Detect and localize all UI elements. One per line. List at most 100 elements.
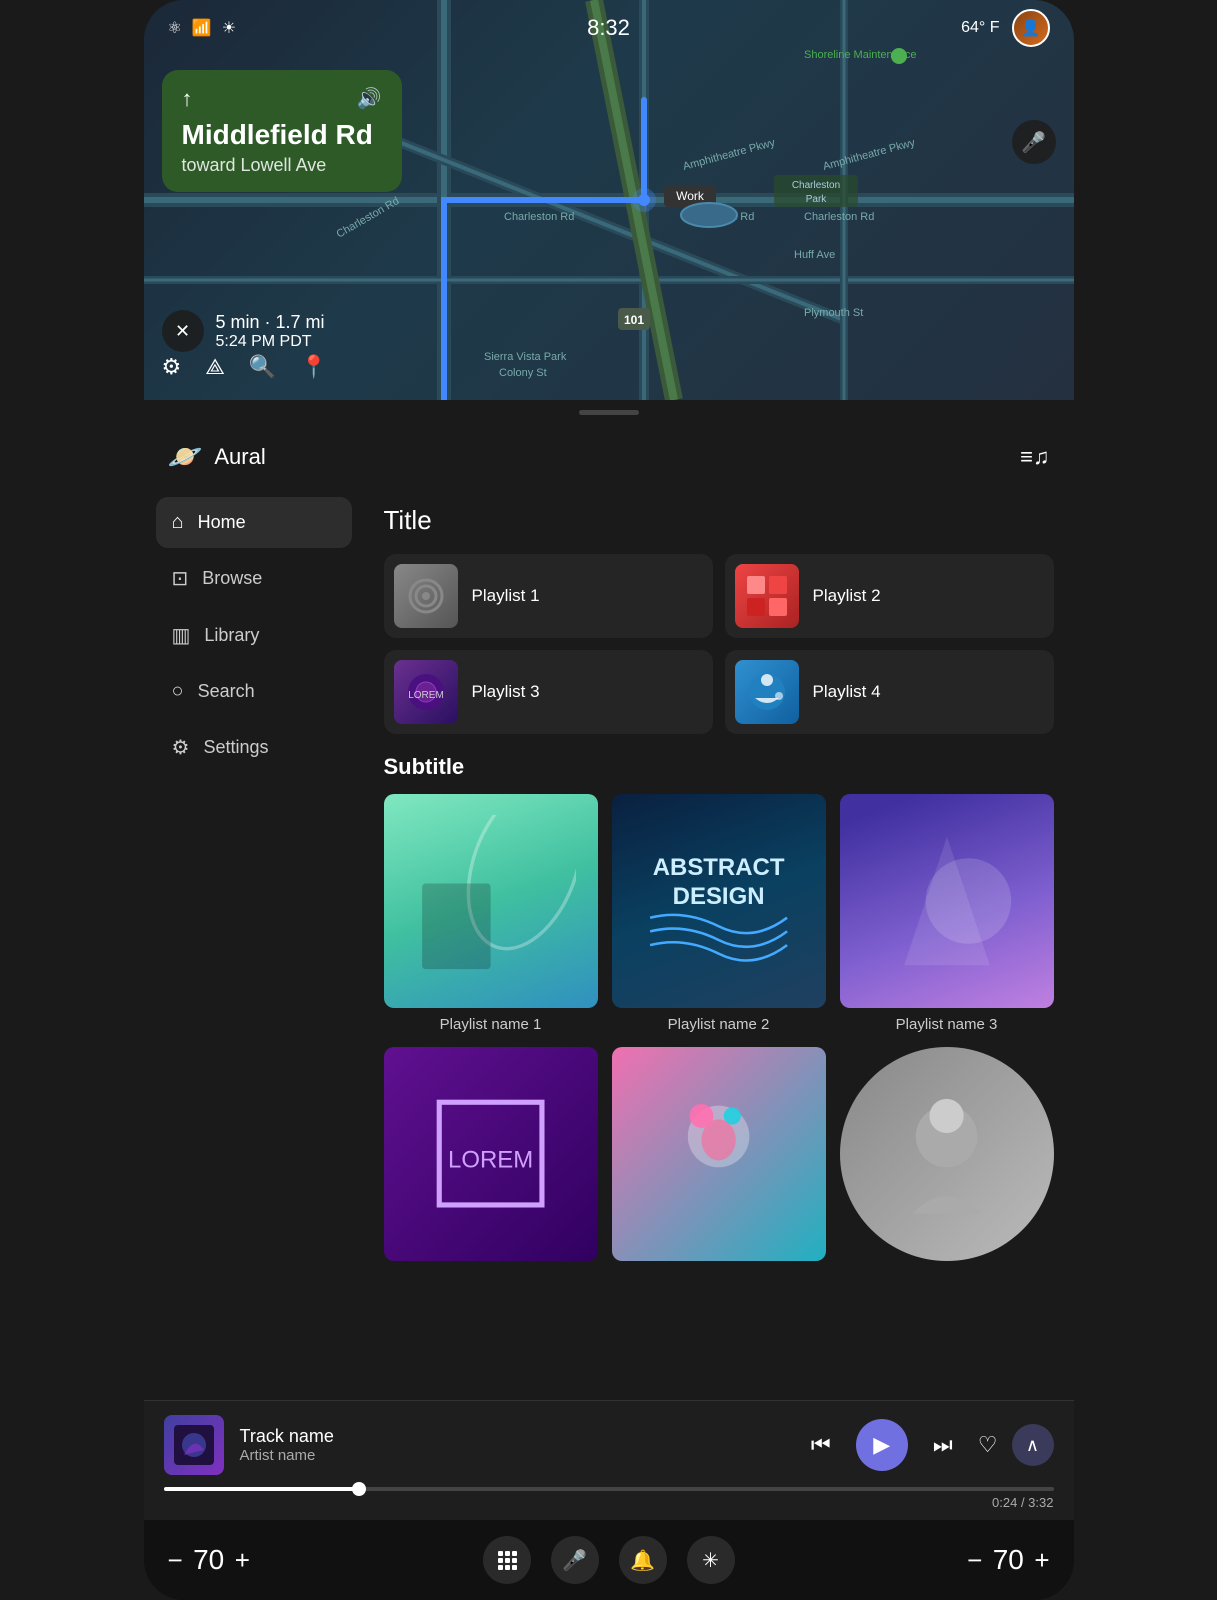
progress-bar[interactable] <box>164 1487 1054 1491</box>
bottom-icons: 🎤 🔔 ✳ <box>483 1536 735 1584</box>
playlist-item-5[interactable] <box>612 1047 826 1269</box>
phone-frame: Work Amphitheatre Pkwy Amphitheatre Pkwy… <box>144 0 1074 1600</box>
route-icon[interactable]: ⟁ <box>205 354 225 380</box>
sidebar-item-label: Settings <box>203 737 268 758</box>
svg-text:Colony St: Colony St <box>499 367 547 379</box>
svg-text:Charleston Rd: Charleston Rd <box>684 211 754 223</box>
map-section: Work Amphitheatre Pkwy Amphitheatre Pkwy… <box>144 0 1074 400</box>
playlist-card-4[interactable]: Playlist 4 <box>725 650 1054 734</box>
app-name: Aural <box>214 444 265 470</box>
nav-arrival: 5:24 PM PDT <box>216 333 325 351</box>
app-logo: 🪐 Aural <box>168 440 266 473</box>
playlist-card-name-2: Playlist 2 <box>813 586 881 606</box>
sidebar-item-settings[interactable]: ⚙ Settings <box>156 721 352 774</box>
bell-button[interactable]: 🔔 <box>619 1536 667 1584</box>
svg-text:DESIGN: DESIGN <box>673 883 765 910</box>
play-button[interactable]: ▶ <box>856 1419 908 1471</box>
nav-card: ↑ 🔊 Middlefield Rd toward Lowell Ave <box>162 70 402 192</box>
settings-icon: ⚙ <box>172 735 190 760</box>
artist-name: Artist name <box>240 1447 784 1464</box>
playlist-thumb-4 <box>735 660 799 724</box>
expand-button[interactable]: ∧ <box>1012 1424 1054 1466</box>
app-section: 🪐 Aural ≡♫ ⌂ Home ⊡ Browse ▥ Library <box>144 424 1074 1520</box>
bluetooth-icon: ⚛ <box>168 18 182 38</box>
grid-button[interactable] <box>483 1536 531 1584</box>
queue-icon[interactable]: ≡♫ <box>1020 444 1049 470</box>
playlist-item-name-2: Playlist name 2 <box>612 1016 826 1033</box>
library-icon: ▥ <box>172 623 191 648</box>
mic-button-bottom[interactable]: 🎤 <box>551 1536 599 1584</box>
sidebar-item-browse[interactable]: ⊡ Browse <box>156 552 352 605</box>
playlist-item-2[interactable]: ABSTRACT DESIGN Playlist name 2 <box>612 794 826 1033</box>
playlist-card-name-4: Playlist 4 <box>813 682 881 702</box>
sidebar-item-library[interactable]: ▥ Library <box>156 609 352 662</box>
time-display: 0:24 / 3:32 <box>992 1495 1053 1510</box>
svg-text:Charleston Rd: Charleston Rd <box>804 211 874 223</box>
sidebar-item-home[interactable]: ⌂ Home <box>156 497 352 548</box>
settings-map-icon[interactable]: ⚙ <box>162 354 182 380</box>
sidebar-item-search[interactable]: ○ Search <box>156 666 352 717</box>
like-button[interactable]: ♡ <box>978 1432 998 1458</box>
nav-arrow-icon: ↑ <box>182 86 193 112</box>
main-content: ⌂ Home ⊡ Browse ▥ Library ○ Search ⚙ S <box>144 489 1074 1400</box>
playlist-cover-3 <box>840 794 1054 1008</box>
playlist-item-1[interactable]: Playlist name 1 <box>384 794 598 1033</box>
playlist-card-1[interactable]: Playlist 1 <box>384 554 713 638</box>
volume-left-ctrl: − 70 + <box>168 1544 250 1576</box>
status-time: 8:32 <box>587 15 630 41</box>
playlist-grid-2col: Playlist 1 Playlist 2 LOREM <box>384 554 1054 734</box>
track-info: Track name Artist name <box>240 1426 784 1464</box>
nav-time-distance: 5 min · 1.7 mi <box>216 312 325 333</box>
playlist-card-2[interactable]: Playlist 2 <box>725 554 1054 638</box>
vol-right-plus[interactable]: + <box>1034 1545 1049 1576</box>
next-button[interactable]: ⏭ <box>922 1424 964 1466</box>
content-area: Title Playlist 1 <box>364 489 1074 1400</box>
vol-left-minus[interactable]: − <box>168 1545 183 1576</box>
playlist-cover-4: LOREM <box>384 1047 598 1261</box>
nav-toward: toward Lowell Ave <box>182 155 382 176</box>
vol-right-value: 70 <box>990 1544 1026 1576</box>
svg-text:Park: Park <box>805 194 827 205</box>
svg-text:Sierra Vista Park: Sierra Vista Park <box>484 351 567 363</box>
search-icon: ○ <box>172 680 184 703</box>
close-nav-button[interactable]: ✕ <box>162 310 204 352</box>
fan-button[interactable]: ✳ <box>687 1536 735 1584</box>
playlist-card-3[interactable]: LOREM Playlist 3 <box>384 650 713 734</box>
svg-text:Charleston Rd: Charleston Rd <box>504 211 574 223</box>
vol-left-plus[interactable]: + <box>235 1545 250 1576</box>
map-controls: ⚙ ⟁ 🔍 📍 <box>162 354 328 380</box>
progress-thumb <box>352 1482 366 1496</box>
svg-text:ABSTRACT: ABSTRACT <box>653 854 785 881</box>
drag-handle-bar <box>579 410 639 415</box>
progress-fill <box>164 1487 360 1491</box>
svg-text:Amphitheatre Pkwy: Amphitheatre Pkwy <box>821 137 916 173</box>
playlist-item-6[interactable] <box>840 1047 1054 1269</box>
svg-text:Charleston: Charleston <box>791 180 839 191</box>
svg-text:101: 101 <box>623 313 643 327</box>
sidebar-item-label: Library <box>204 625 259 646</box>
search-map-icon[interactable]: 🔍 <box>249 354 276 380</box>
vol-right-minus[interactable]: − <box>967 1545 982 1576</box>
sidebar-item-label: Search <box>198 681 255 702</box>
pin-icon[interactable]: 📍 <box>300 354 327 380</box>
playlist-item-4[interactable]: LOREM <box>384 1047 598 1269</box>
svg-text:Amphitheatre Pkwy: Amphitheatre Pkwy <box>681 137 776 173</box>
svg-text:Huff Ave: Huff Ave <box>794 249 835 261</box>
home-subtitle: Subtitle <box>384 754 1054 780</box>
playlist-cover-5 <box>612 1047 826 1261</box>
playlist-card-name-1: Playlist 1 <box>472 586 540 606</box>
nav-street: Middlefield Rd <box>182 120 382 151</box>
app-header: 🪐 Aural ≡♫ <box>144 424 1074 489</box>
bottom-bar: − 70 + 🎤 🔔 ✳ − 70 + <box>144 1520 1074 1600</box>
playlist-grid-3col: Playlist name 1 ABSTRACT DESIGN <box>384 794 1054 1269</box>
prev-button[interactable]: ⏮ <box>800 1424 842 1466</box>
mic-button[interactable]: 🎤 <box>1012 120 1056 164</box>
avatar[interactable]: 👤 <box>1012 9 1050 47</box>
sidebar-item-label: Browse <box>202 568 262 589</box>
svg-text:Charleston Rd: Charleston Rd <box>334 195 401 241</box>
drag-handle[interactable] <box>144 400 1074 424</box>
track-name: Track name <box>240 1426 784 1447</box>
playlist-item-3[interactable]: Playlist name 3 <box>840 794 1054 1033</box>
svg-text:LOREM: LOREM <box>448 1147 533 1174</box>
sidebar: ⌂ Home ⊡ Browse ▥ Library ○ Search ⚙ S <box>144 489 364 1400</box>
